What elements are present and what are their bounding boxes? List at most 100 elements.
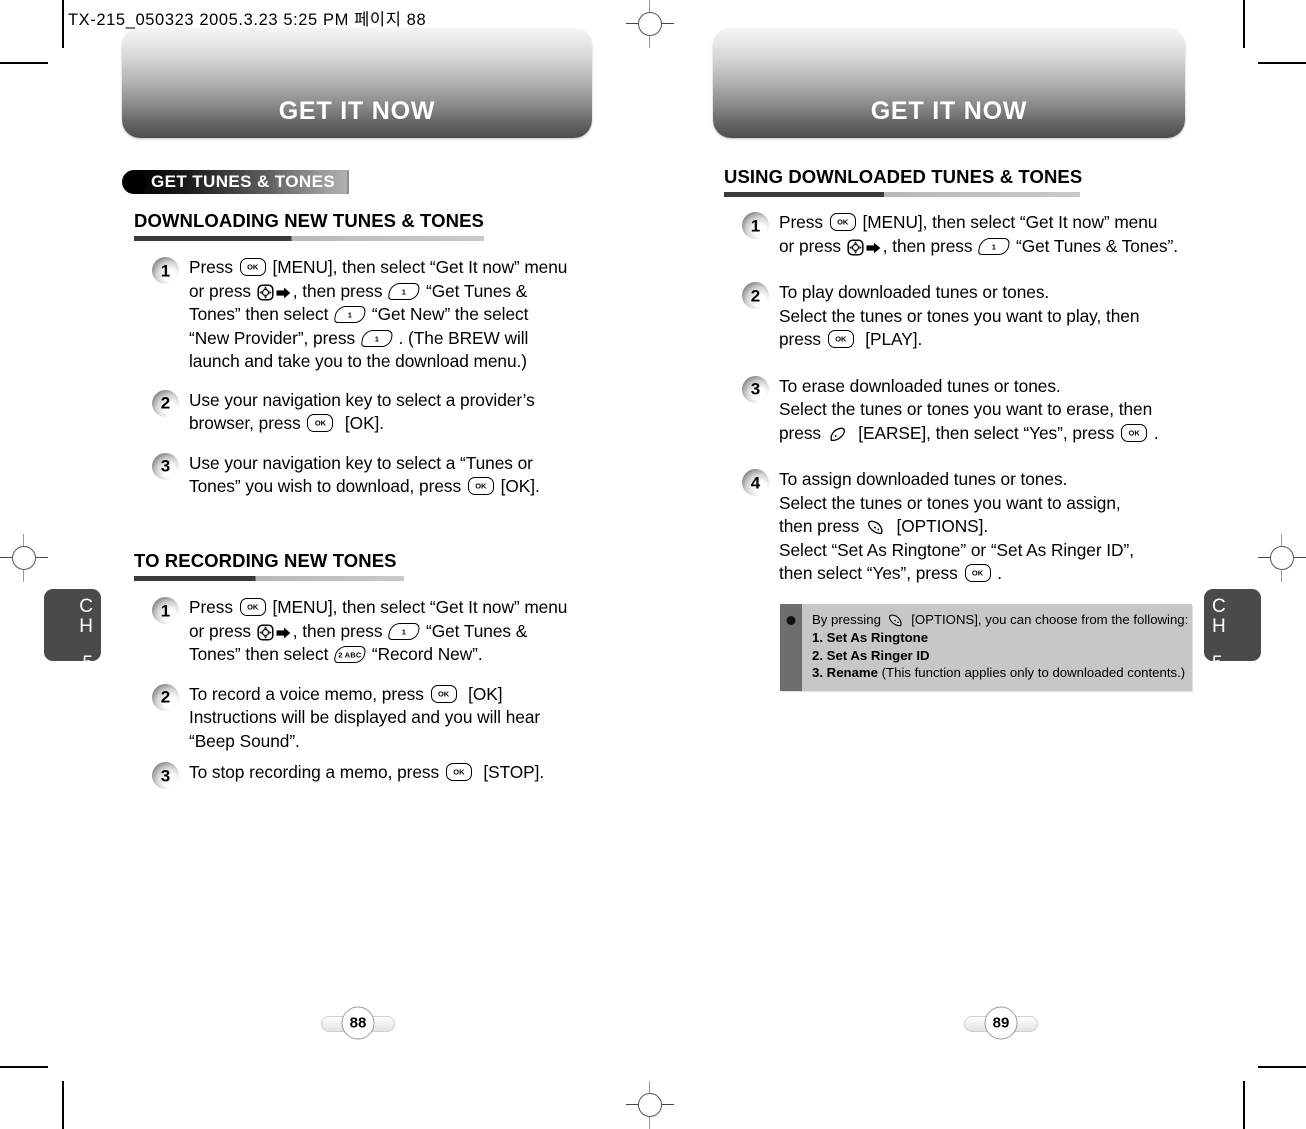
- banner-title-right: GET IT NOW: [870, 97, 1028, 125]
- ok-key-icon: [467, 477, 494, 495]
- ok-key-icon: [1121, 423, 1148, 442]
- step-number: 4: [750, 473, 761, 492]
- subsection-heading-rule: [724, 192, 1080, 197]
- step-text: To stop recording a memo, press [STOP].: [189, 761, 544, 785]
- chapter-letter-c: C: [79, 596, 93, 617]
- page-number-badge-right: 89: [956, 1003, 1046, 1043]
- step-number: 2: [750, 286, 761, 305]
- subsection-heading-text: DOWNLOADING NEW TUNES & TONES: [134, 210, 484, 231]
- ok-key-icon: [239, 598, 266, 616]
- step-number: 2: [160, 687, 171, 707]
- step-number-badge: 3: [152, 762, 179, 789]
- note-item-number: 3.: [812, 665, 823, 680]
- right-arrow-icon: [276, 283, 291, 298]
- step-number: 3: [160, 456, 171, 476]
- step-text: To assign downloaded tunes or tones. Sel…: [779, 468, 1134, 586]
- step-number-badge: 3: [742, 375, 769, 403]
- step-text: Use your navigation key to select a prov…: [189, 389, 535, 436]
- step-number-badge: 1: [742, 212, 769, 239]
- chapter-letter-h: H: [79, 616, 93, 637]
- step-text: Press [MENU], then select “Get It now” m…: [189, 596, 567, 667]
- step-item: 2 To record a voice memo, press [OK] Ins…: [152, 683, 612, 754]
- right-arrow-icon: [866, 238, 881, 253]
- chapter-tab-right: C H 5: [1204, 589, 1261, 674]
- step-text: Use your navigation key to select a “Tun…: [189, 452, 540, 499]
- step-text: To erase downloaded tunes or tones. Sele…: [779, 375, 1159, 446]
- step-number-badge: 4: [742, 469, 769, 496]
- note-list-item: 1. Set As Ringtone: [812, 629, 1188, 647]
- ok-key-icon: [829, 213, 856, 231]
- step-number: 1: [160, 601, 171, 620]
- navigation-key-icon: [847, 238, 864, 256]
- page-right: GET IT NOW USING DOWNLOADED TUNES & TONE…: [653, 0, 1306, 1129]
- note-item-number: 2.: [812, 647, 823, 663]
- step-list-using: 1 Press [MENU], then select “Get It now”…: [742, 211, 1222, 586]
- step-number: 1: [750, 216, 761, 235]
- subsection-heading-downloading: DOWNLOADING NEW TUNES & TONES: [134, 210, 484, 241]
- number-key-1-icon: [387, 282, 421, 300]
- note-accent-bar: [780, 604, 802, 691]
- note-content: By pressing [OPTIONS], you can choose fr…: [802, 604, 1198, 691]
- right-softkey-icon: [888, 614, 905, 629]
- banner-title-left: GET IT NOW: [278, 97, 436, 125]
- page-banner-right: GET IT NOW: [713, 28, 1185, 138]
- subsection-heading-rule: [134, 576, 404, 581]
- ok-key-icon: [964, 564, 991, 582]
- left-softkey-icon: [829, 425, 846, 441]
- chapter-number: 5: [82, 653, 93, 674]
- ok-key-icon: [239, 258, 266, 276]
- section-pill-dot-icon: [122, 170, 146, 194]
- subsection-heading-rule: [134, 236, 484, 241]
- page-banner-left: GET IT NOW: [122, 28, 592, 138]
- step-number-badge: 2: [742, 282, 769, 309]
- note-bullet-icon: [786, 616, 796, 625]
- step-item: 2 Use your navigation key to select a pr…: [152, 389, 612, 436]
- ok-key-icon: [827, 330, 854, 348]
- step-item: 3 Use your navigation key to select a “T…: [152, 452, 612, 499]
- note-intro-line: By pressing [OPTIONS], you can choose fr…: [812, 611, 1188, 629]
- chapter-number: 5: [1212, 653, 1223, 674]
- step-text: Press [MENU], then select “Get It now” m…: [189, 256, 567, 374]
- number-key-1-icon: [333, 306, 367, 323]
- step-number-badge: 2: [152, 389, 179, 417]
- note-box-options: By pressing [OPTIONS], you can choose fr…: [780, 604, 1192, 691]
- step-text: Press [MENU], then select “Get It now” m…: [779, 211, 1178, 258]
- chapter-letter-c: C: [1212, 596, 1226, 617]
- step-number-badge: 3: [152, 452, 179, 480]
- page-number-value: 89: [984, 1006, 1018, 1040]
- step-list-downloading: 1 Press [MENU], then select “Get It now”…: [152, 256, 612, 499]
- subsection-heading-using: USING DOWNLOADED TUNES & TONES: [724, 166, 1083, 197]
- step-text: To record a voice memo, press [OK] Instr…: [189, 683, 540, 754]
- section-pill-label: GET TUNES & TONES: [133, 170, 350, 194]
- subsection-heading-text: USING DOWNLOADED TUNES & TONES: [724, 166, 1083, 187]
- ok-key-icon: [430, 684, 457, 703]
- navigation-key-icon: [257, 283, 274, 301]
- step-number-badge: 1: [152, 597, 179, 624]
- note-list-item: 3. Rename (This function applies only to…: [812, 664, 1188, 682]
- step-text: To play downloaded tunes or tones. Selec…: [779, 281, 1139, 352]
- step-item: 2 To play downloaded tunes or tones. Sel…: [742, 281, 1222, 352]
- step-item: 4 To assign downloaded tunes or tones. S…: [742, 468, 1222, 586]
- step-item: 1 Press [MENU], then select “Get It now”…: [742, 211, 1222, 258]
- right-softkey-icon: [867, 518, 884, 535]
- number-key-1-icon: [977, 237, 1011, 255]
- ok-key-icon: [445, 763, 472, 781]
- right-arrow-icon: [276, 623, 291, 638]
- note-item-extra: (This function applies only to downloade…: [881, 665, 1186, 680]
- ok-key-icon: [307, 414, 334, 432]
- page-number-wing-right-icon: [372, 1016, 395, 1032]
- step-number: 3: [750, 379, 761, 399]
- step-number: 1: [160, 261, 171, 280]
- subsection-heading-recording: TO RECORDING NEW TONES: [134, 550, 404, 581]
- note-item-label: Rename: [826, 665, 878, 680]
- page-number-value: 88: [341, 1006, 375, 1040]
- step-number: 3: [160, 766, 171, 785]
- navigation-key-icon: [257, 623, 274, 641]
- subsection-heading-text: TO RECORDING NEW TONES: [134, 550, 397, 571]
- note-item-label: Set As Ringer ID: [826, 647, 930, 663]
- number-key-1-icon: [360, 329, 394, 347]
- step-item: 1 Press [MENU], then select “Get It now”…: [152, 256, 612, 374]
- note-item-label: Set As Ringtone: [826, 630, 929, 645]
- step-item: 1 Press [MENU], then select “Get It now”…: [152, 596, 612, 667]
- number-key-1-icon: [387, 622, 421, 640]
